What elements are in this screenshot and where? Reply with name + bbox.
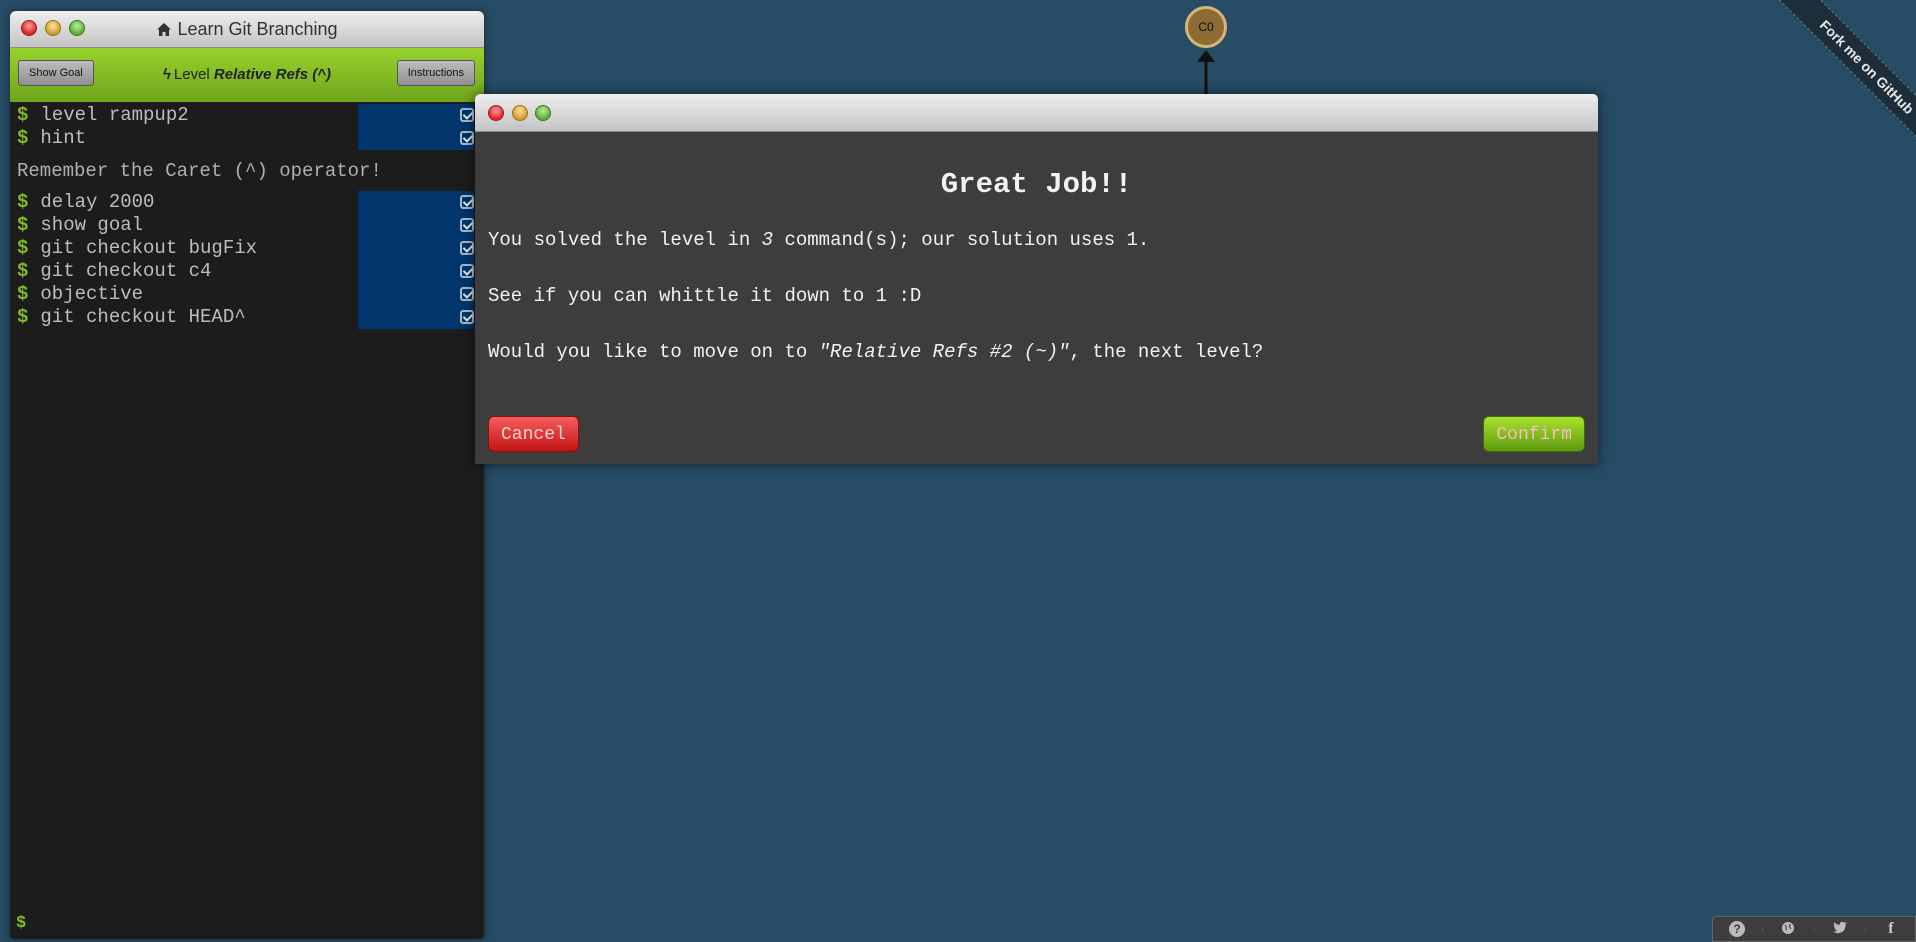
result-message: You solved the level in 3 command(s); ou…	[488, 229, 1585, 251]
command-text: git checkout c4	[40, 260, 212, 282]
command-row: $ show goal	[10, 214, 484, 237]
command-status-highlight	[358, 260, 474, 283]
next-level-message: Would you like to move on to "Relative R…	[488, 341, 1585, 363]
level-name: Relative Refs (^)	[213, 66, 332, 83]
maximize-dialog-button[interactable]	[535, 105, 551, 121]
command-text: objective	[40, 283, 144, 305]
next-level-name: "Relative Refs #2 (~)"	[818, 341, 1070, 363]
checkbox-checked-icon	[460, 264, 474, 278]
commit-node-c0[interactable]: C0	[1185, 6, 1227, 48]
separator: ·	[1760, 923, 1765, 935]
improve-message: See if you can whittle it down to 1 :D	[488, 285, 922, 307]
prompt-symbol: $	[17, 127, 29, 149]
checkbox-checked-icon	[460, 310, 474, 324]
lightning-icon: ϟ	[162, 66, 171, 83]
command-row: $ git checkout bugFix	[10, 237, 484, 260]
command-status-highlight	[358, 306, 474, 329]
command-row: $ git checkout HEAD^	[10, 306, 484, 329]
command-history: $ level rampup2 $ hint Remember the Caret (…	[10, 102, 484, 329]
level-complete-dialog: Great Job!! You solved the level in 3 co…	[475, 94, 1598, 464]
command-status-highlight	[358, 214, 474, 237]
command-status-highlight	[358, 127, 474, 150]
separator: ·	[1812, 923, 1816, 935]
prompt-symbol: $	[17, 283, 29, 305]
close-dialog-button[interactable]	[488, 105, 504, 121]
globe-icon[interactable]	[1780, 921, 1796, 937]
github-ribbon-container: Fork me on GitHub	[1746, 0, 1916, 170]
command-status-highlight	[358, 237, 474, 260]
prompt-symbol: $	[17, 306, 29, 328]
next-level-text-end: , the next level?	[1069, 341, 1264, 363]
command-status-highlight	[358, 191, 474, 214]
prompt-symbol: $	[17, 237, 29, 259]
command-row: $ level rampup2	[10, 104, 484, 127]
instructions-button[interactable]: Instructions	[396, 60, 475, 86]
terminal-title: Learn Git Branching	[10, 19, 484, 42]
checkbox-checked-icon	[460, 131, 474, 145]
app-title: Learn Git Branching	[177, 19, 338, 39]
dialog-body: Great Job!! You solved the level in 3 co…	[475, 168, 1598, 363]
prompt-symbol: $	[17, 214, 29, 236]
facebook-icon[interactable]: f	[1883, 921, 1899, 937]
command-status-highlight	[358, 283, 474, 306]
terminal-window: Learn Git Branching Show Goal ϟ Level Rel…	[10, 11, 484, 939]
command-text: show goal	[40, 214, 144, 236]
twitter-icon[interactable]	[1832, 921, 1848, 937]
prompt-symbol: $	[17, 191, 29, 213]
footer-toolbar: ? · · · f	[1712, 916, 1916, 942]
result-text: You solved the level in	[488, 229, 762, 251]
command-text: delay 2000	[40, 191, 155, 213]
level-toolbar: Show Goal ϟ Level Relative Refs (^) Instr…	[10, 48, 484, 102]
command-text: git checkout bugFix	[40, 237, 258, 259]
dialog-titlebar	[475, 94, 1598, 132]
checkbox-checked-icon	[460, 218, 474, 232]
command-row: $ objective	[10, 283, 484, 306]
command-row: $ delay 2000	[10, 191, 484, 214]
command-row: $ hint	[10, 127, 484, 150]
prompt-symbol: $	[17, 104, 29, 126]
dialog-heading: Great Job!!	[940, 168, 1133, 201]
commit-arrow	[1197, 50, 1215, 96]
command-status-highlight	[358, 104, 474, 127]
confirm-button[interactable]: Confirm	[1483, 416, 1585, 452]
command-text: git checkout HEAD^	[40, 306, 246, 328]
hint-message: Remember the Caret (^) operator!	[17, 160, 382, 182]
terminal-titlebar: Learn Git Branching	[10, 11, 484, 48]
command-prompt[interactable]: $	[16, 914, 26, 933]
cancel-button[interactable]: Cancel	[488, 416, 579, 452]
command-history-group: $ delay 2000 $ show goal $ git checkout bugFi…	[10, 191, 484, 329]
fork-on-github-link[interactable]: Fork me on GitHub	[1775, 0, 1916, 159]
next-level-text: Would you like to move on to	[488, 341, 819, 363]
checkbox-checked-icon	[460, 195, 474, 209]
result-text-end: command(s); our solution uses 1.	[773, 229, 1150, 251]
command-text: level rampup2	[40, 104, 189, 126]
command-count: 3	[761, 229, 774, 251]
help-icon[interactable]: ?	[1728, 921, 1745, 937]
checkbox-checked-icon	[460, 241, 474, 255]
level-prefix: Level	[173, 66, 210, 83]
command-row: $ git checkout c4	[10, 260, 484, 283]
separator: ·	[1863, 923, 1867, 935]
home-icon[interactable]	[156, 21, 172, 42]
checkbox-checked-icon	[460, 287, 474, 301]
prompt-symbol: $	[17, 260, 29, 282]
checkbox-checked-icon	[460, 108, 474, 122]
command-history-group: $ level rampup2 $ hint	[10, 104, 484, 150]
minimize-dialog-button[interactable]	[512, 105, 528, 121]
command-text: hint	[40, 127, 87, 149]
